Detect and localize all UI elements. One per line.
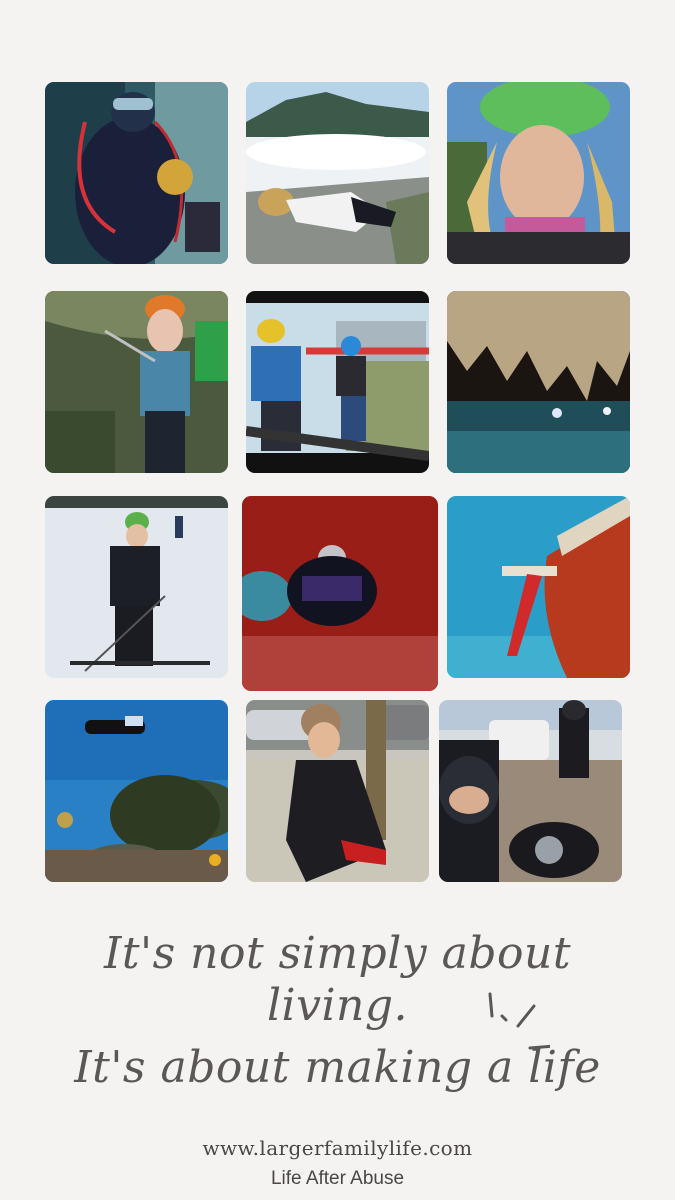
quote-line-3: It's about making a life [74, 1042, 601, 1093]
sparkle-decoration-icon [488, 992, 550, 1050]
website-url: www.largerfamilylife.com [202, 1136, 473, 1160]
photo-sea-turtle-dive [45, 700, 228, 882]
photo-rooftop-climb [246, 291, 429, 473]
photo-cave-diver-harness [45, 82, 228, 264]
photo-green-helmet-selfie [447, 82, 630, 264]
tagline: Life After Abuse [270, 1168, 405, 1189]
photo-wetsuit-smiling [246, 700, 429, 882]
photo-mountain-top-lying [246, 82, 429, 264]
photo-cave-zipline [45, 291, 228, 473]
photo-cenote-stalactites [447, 291, 630, 473]
photo-motorcycle [439, 700, 622, 882]
photo-shipwreck-diver [447, 496, 630, 678]
photo-red-underwater-diver [242, 496, 438, 691]
photo-skiing [45, 496, 228, 678]
quote-line-2: living. [266, 980, 409, 1031]
quote-line-1: It's not simply about [103, 928, 572, 979]
